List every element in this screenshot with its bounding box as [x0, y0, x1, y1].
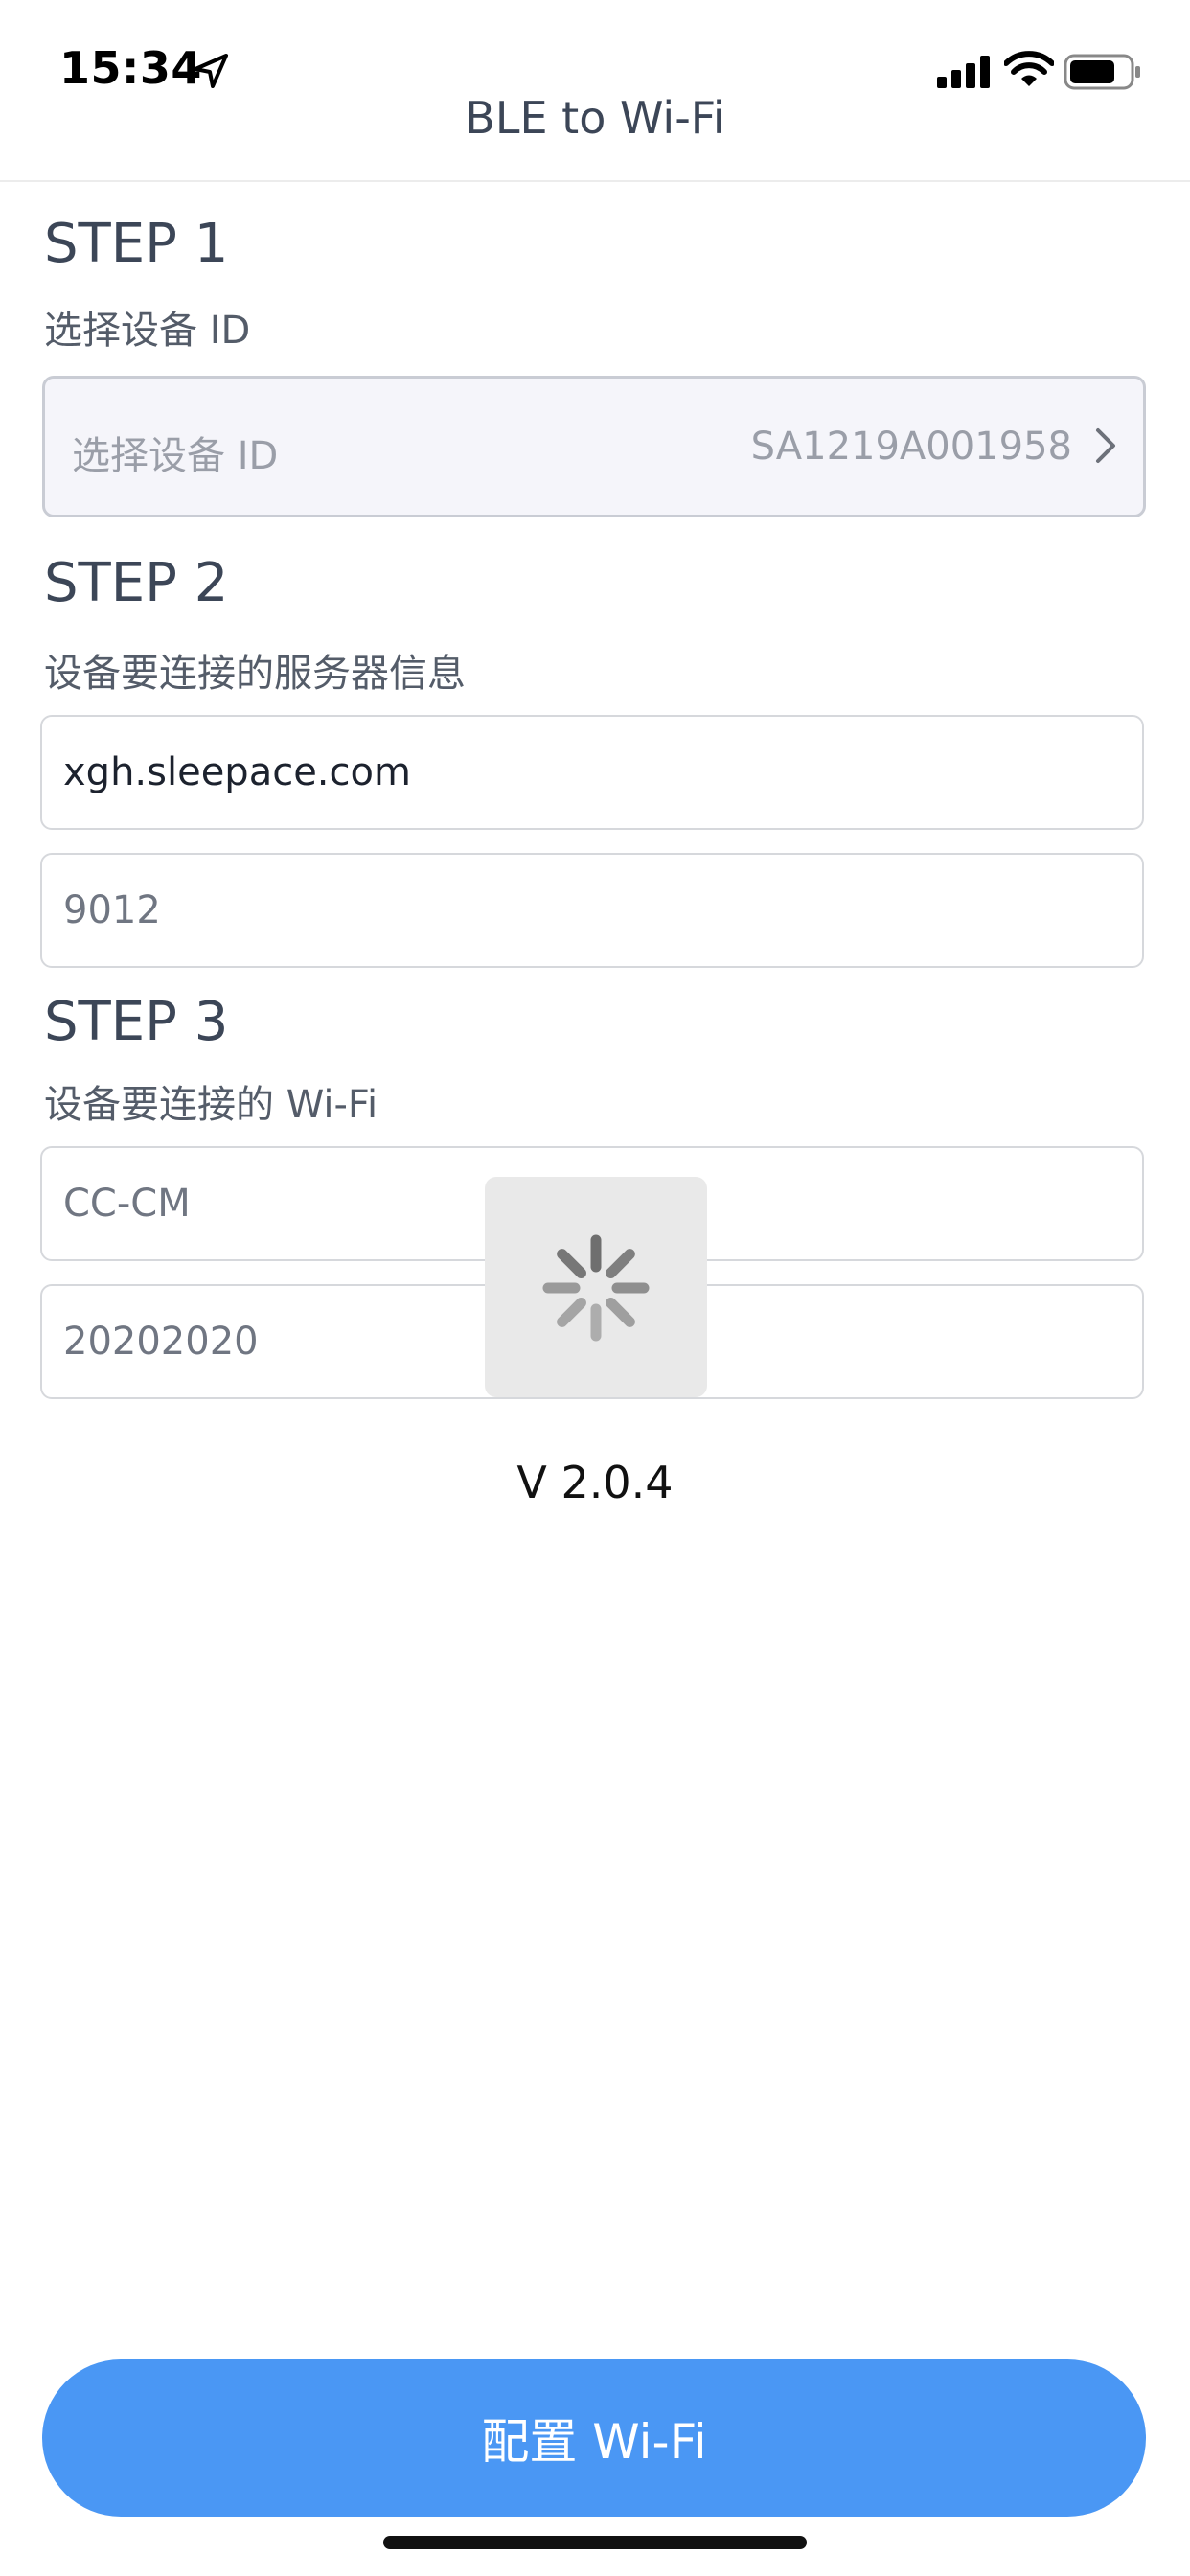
server-address-input[interactable]	[40, 715, 1144, 830]
location-arrow-icon	[194, 54, 228, 88]
status-time: 15:34	[59, 42, 202, 94]
device-id-select[interactable]: 选择设备 ID SA1219A001958	[42, 376, 1146, 518]
loading-overlay	[485, 1177, 707, 1397]
step3-title: STEP 3	[44, 991, 229, 1053]
server-port-input[interactable]	[40, 853, 1144, 968]
chevron-right-icon	[1096, 428, 1115, 463]
nav-title: BLE to Wi-Fi	[465, 92, 725, 144]
wifi-icon	[1004, 51, 1054, 86]
battery-icon	[1064, 54, 1140, 90]
home-indicator[interactable]	[383, 2536, 807, 2549]
nav-divider	[0, 180, 1190, 182]
step1-subtitle: 选择设备 ID	[44, 309, 251, 353]
configure-wifi-button[interactable]: 配置 Wi-Fi	[42, 2359, 1146, 2517]
spinner-icon	[542, 1234, 650, 1342]
step3-subtitle: 设备要连接的 Wi-Fi	[44, 1083, 378, 1127]
device-id-value: SA1219A001958	[750, 425, 1072, 469]
app-version: V 2.0.4	[516, 1457, 674, 1508]
cellular-signal-icon	[937, 56, 990, 88]
step2-title: STEP 2	[44, 552, 229, 614]
step1-title: STEP 1	[44, 213, 229, 275]
device-id-placeholder: 选择设备 ID	[72, 434, 279, 478]
step2-subtitle: 设备要连接的服务器信息	[44, 652, 466, 696]
